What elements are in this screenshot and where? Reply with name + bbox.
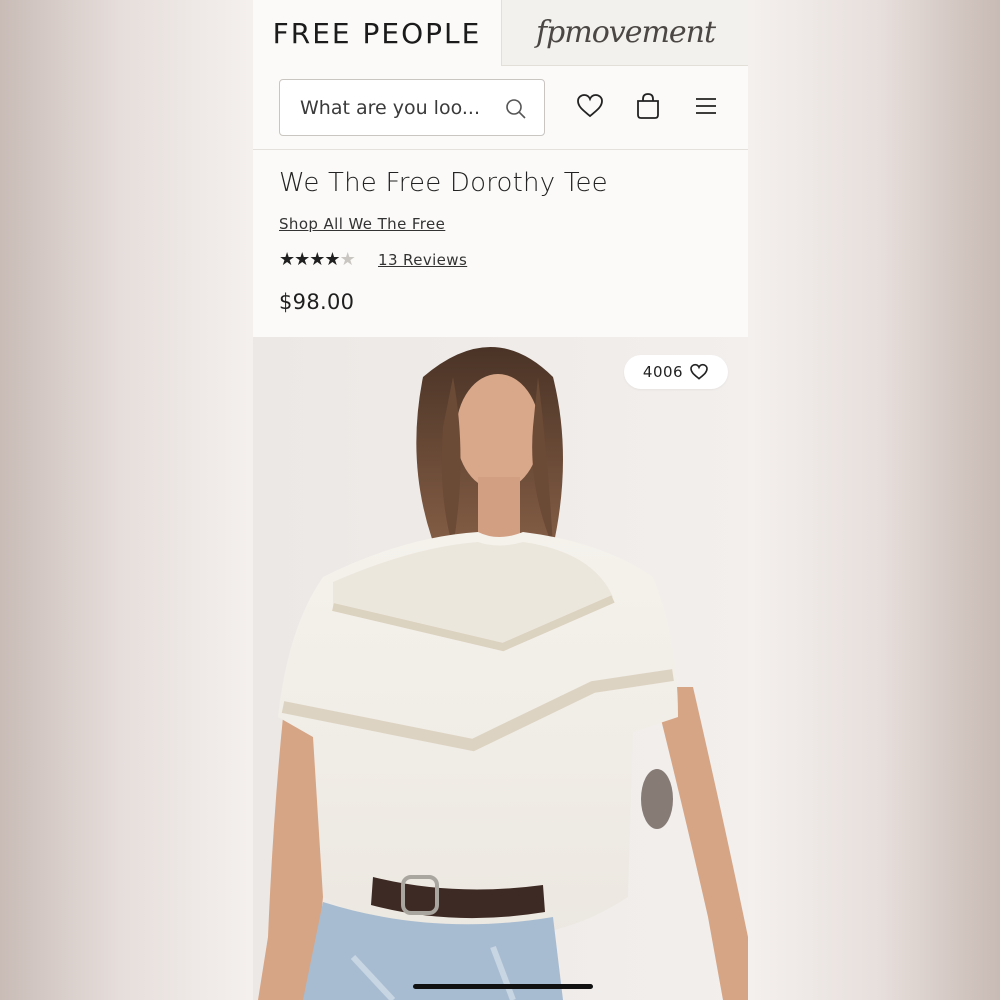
menu-icon[interactable] — [691, 91, 721, 121]
mobile-page: FREE PEOPLE fpmovement We The Free Dorot… — [253, 0, 748, 1000]
star-icon: ★ — [279, 249, 295, 269]
model-photo — [253, 337, 748, 1000]
favorite-count: 4006 — [642, 363, 684, 381]
star-empty-icon: ★ — [339, 249, 356, 269]
star-rating[interactable]: ★★★★★ — [279, 249, 356, 270]
brand-tabs: FREE PEOPLE fpmovement — [253, 0, 748, 66]
search-box[interactable] — [279, 79, 545, 136]
star-icon: ★ — [324, 249, 340, 269]
heart-icon — [690, 363, 708, 380]
product-title: We The Free Dorothy Tee — [279, 168, 608, 198]
bag-icon[interactable] — [633, 91, 663, 121]
brand-tab-fp-movement[interactable]: fpmovement — [501, 0, 748, 66]
reviews-link[interactable]: 13 Reviews — [378, 251, 467, 269]
star-icon: ★ — [294, 249, 310, 269]
product-image[interactable] — [253, 337, 748, 1000]
home-indicator[interactable] — [413, 984, 593, 989]
favorite-count-button[interactable]: 4006 — [624, 355, 728, 389]
header-divider — [253, 149, 748, 150]
search-icon[interactable] — [504, 97, 528, 121]
heart-icon[interactable] — [575, 91, 605, 121]
fp-movement-logo: fpmovement — [535, 15, 716, 50]
product-price: $98.00 — [279, 290, 355, 314]
star-icon: ★ — [309, 249, 325, 269]
free-people-logo: FREE PEOPLE — [272, 16, 482, 50]
search-input[interactable] — [298, 92, 492, 124]
shop-all-link[interactable]: Shop All We The Free — [279, 215, 445, 233]
brand-tab-free-people[interactable]: FREE PEOPLE — [253, 0, 501, 66]
